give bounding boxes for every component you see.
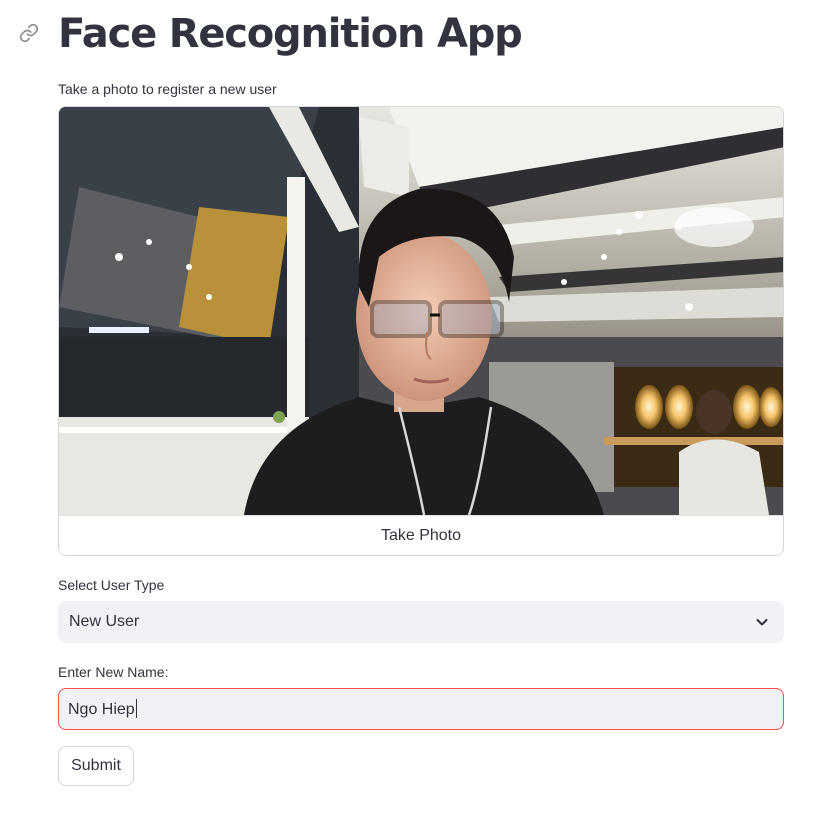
title-row: Face Recognition App: [0, 8, 833, 64]
name-label: Enter New Name:: [58, 664, 169, 680]
camera-label: Take a photo to register a new user: [58, 81, 277, 97]
user-type-select[interactable]: New User: [58, 601, 784, 643]
name-input-value: Ngo Hiep: [68, 699, 137, 720]
name-input[interactable]: Ngo Hiep: [58, 688, 784, 730]
text-caret: [135, 699, 137, 718]
take-photo-button[interactable]: Take Photo: [59, 515, 783, 555]
camera-input[interactable]: Take Photo: [58, 106, 784, 556]
camera-preview: [59, 107, 783, 515]
chevron-down-icon[interactable]: [754, 614, 770, 630]
submit-button[interactable]: Submit: [58, 746, 134, 786]
user-type-selected-value: New User: [69, 613, 140, 630]
page-title: Face Recognition App: [58, 11, 523, 57]
user-type-label: Select User Type: [58, 577, 165, 593]
link-icon[interactable]: [19, 23, 39, 43]
app-page: Face Recognition App Take a photo to reg…: [0, 0, 833, 815]
name-input-text: Ngo Hiep: [68, 701, 135, 718]
